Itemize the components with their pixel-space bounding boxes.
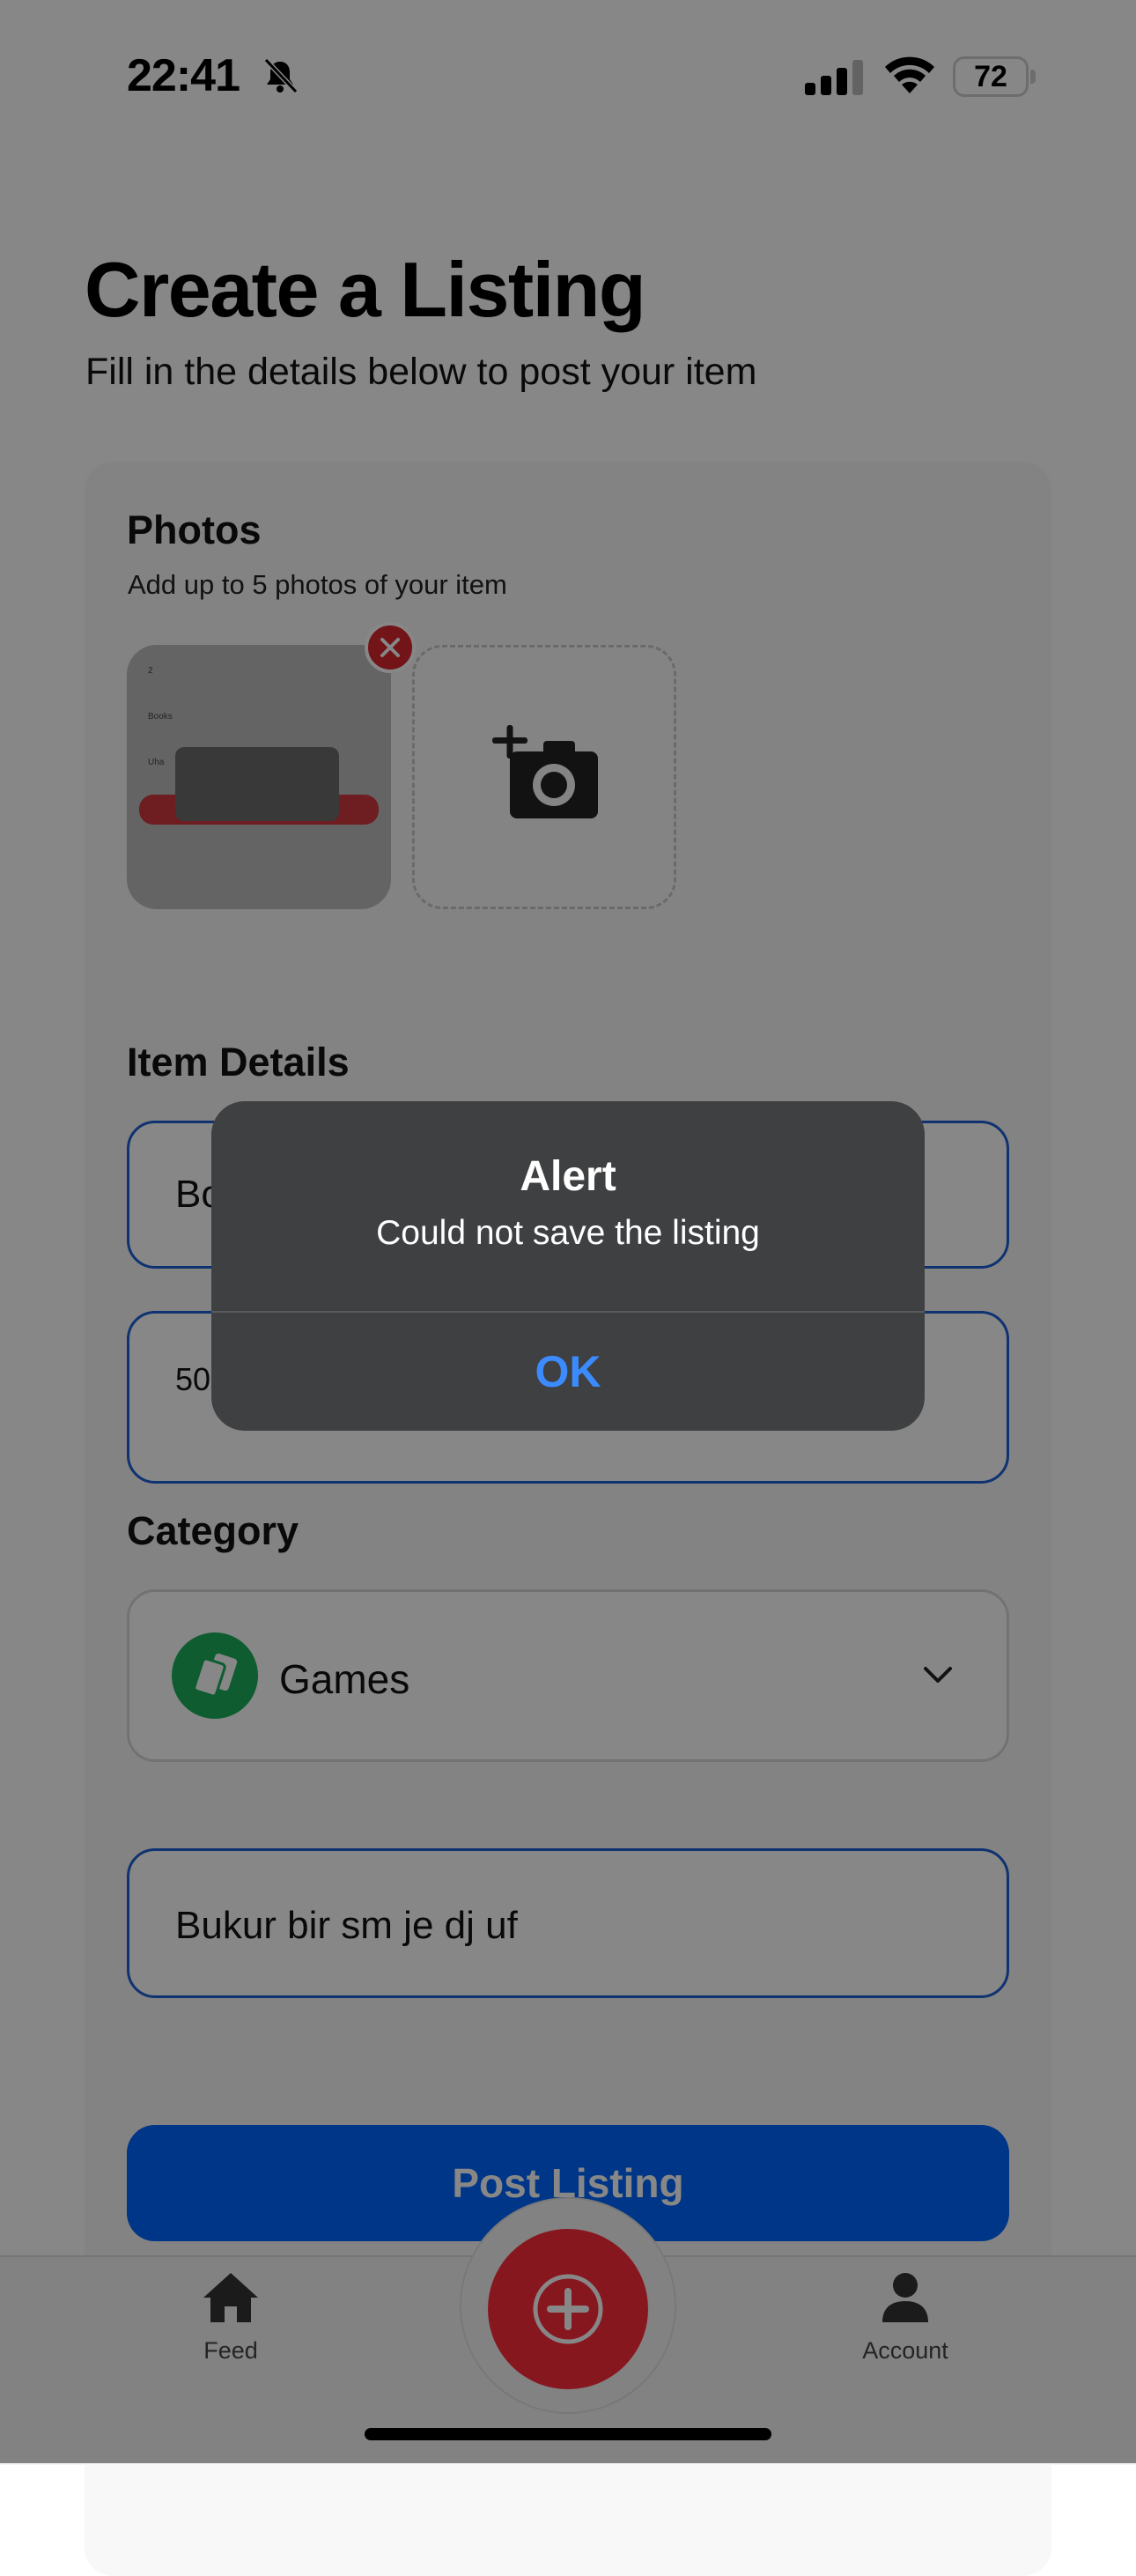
alert-title: Alert bbox=[520, 1153, 616, 1200]
alert-dialog: Alert Could not save the listing OK bbox=[211, 1101, 925, 1431]
alert-ok-button[interactable]: OK bbox=[211, 1313, 925, 1431]
alert-message: Could not save the listing bbox=[376, 1214, 760, 1252]
